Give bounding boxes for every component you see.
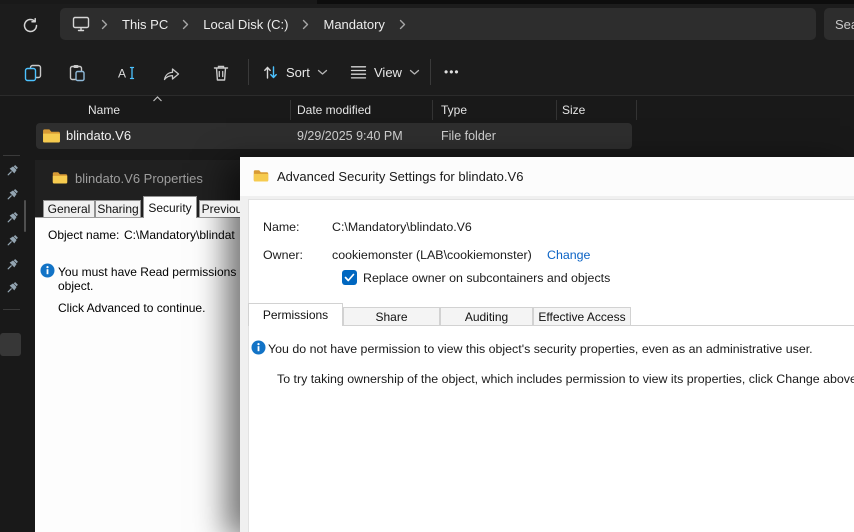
file-explorer-window: This PC Local Disk (C:) Mandatory Sea xyxy=(0,0,854,532)
column-header-type[interactable]: Type xyxy=(441,103,467,117)
breadcrumb-local-disk[interactable]: Local Disk (C:) xyxy=(200,17,291,32)
paste-button[interactable] xyxy=(62,58,92,88)
delete-button[interactable] xyxy=(206,58,236,88)
folder-icon xyxy=(52,171,68,184)
view-label: View xyxy=(374,65,402,80)
column-header-date-modified[interactable]: Date modified xyxy=(297,103,371,117)
properties-dialog: blindato.V6 Properties General Sharing S… xyxy=(35,160,240,532)
permission-notice-line2: object. xyxy=(58,279,93,293)
column-resize-handle[interactable] xyxy=(290,100,291,120)
replace-owner-checkbox[interactable] xyxy=(342,270,357,285)
toolbar-divider xyxy=(248,59,249,85)
paste-icon xyxy=(68,64,86,82)
change-owner-link[interactable]: Change xyxy=(547,248,590,262)
column-header-name[interactable]: Name xyxy=(88,103,120,117)
address-bar[interactable]: This PC Local Disk (C:) Mandatory xyxy=(60,8,816,40)
nav-pane-divider xyxy=(3,309,20,310)
column-resize-handle[interactable] xyxy=(432,100,433,120)
tab-security[interactable]: Security xyxy=(143,196,197,218)
chevron-down-icon xyxy=(409,69,420,76)
owner-label: Owner: xyxy=(263,248,303,262)
breadcrumb-chevron-icon[interactable] xyxy=(398,19,407,30)
breadcrumb-this-pc[interactable]: This PC xyxy=(119,17,171,32)
tab-share[interactable]: Share xyxy=(343,307,440,326)
nav-pane-scrollbar[interactable] xyxy=(24,200,26,232)
pinned-item-pin-icon[interactable] xyxy=(5,188,19,202)
share-icon xyxy=(162,65,181,82)
replace-owner-label: Replace owner on subcontainers and objec… xyxy=(363,271,610,285)
tab-previous-versions[interactable]: Previous xyxy=(199,200,240,217)
trash-icon xyxy=(213,64,229,82)
copy-icon xyxy=(23,64,43,82)
pinned-item-pin-icon[interactable] xyxy=(5,281,19,295)
sort-arrows-icon xyxy=(262,64,279,81)
notice-line1: You do not have permission to view this … xyxy=(268,342,813,356)
svg-text:A: A xyxy=(118,67,126,81)
nav-pane-divider xyxy=(3,155,20,156)
pinned-item-pin-icon[interactable] xyxy=(5,164,19,178)
dialog-title: Advanced Security Settings for blindato.… xyxy=(277,169,523,184)
folder-icon xyxy=(253,169,269,182)
pinned-item-pin-icon[interactable] xyxy=(5,234,19,248)
chevron-down-icon xyxy=(317,69,328,76)
object-name-value: C:\Mandatory\blindat xyxy=(124,228,235,242)
rename-button[interactable]: A xyxy=(112,58,142,88)
column-resize-handle[interactable] xyxy=(636,100,637,120)
info-icon xyxy=(251,340,266,355)
pinned-item-pin-icon[interactable] xyxy=(5,211,19,225)
object-name-label: Object name: xyxy=(48,228,119,242)
dialog-title: blindato.V6 Properties xyxy=(75,171,203,186)
command-toolbar: A Sort View xyxy=(0,48,854,96)
see-more-button[interactable]: ••• xyxy=(436,56,468,88)
copy-button[interactable] xyxy=(18,58,48,88)
toolbar-divider xyxy=(430,59,431,85)
checkmark-icon xyxy=(344,273,355,282)
folder-icon xyxy=(42,128,61,143)
search-text: Sea xyxy=(835,17,854,32)
advanced-security-dialog: Advanced Security Settings for blindato.… xyxy=(240,157,854,532)
breadcrumb-mandatory[interactable]: Mandatory xyxy=(320,17,387,32)
info-icon xyxy=(40,263,55,278)
tab-general[interactable]: General xyxy=(43,200,95,217)
navigation-bar: This PC Local Disk (C:) Mandatory Sea xyxy=(0,4,854,48)
tab-permissions[interactable]: Permissions xyxy=(248,303,343,326)
breadcrumb-chevron-icon[interactable] xyxy=(301,19,310,30)
tab-auditing[interactable]: Auditing xyxy=(440,307,533,326)
advanced-hint: Click Advanced to continue. xyxy=(58,301,205,315)
file-type: File folder xyxy=(441,129,496,143)
dialog-titlebar: Advanced Security Settings for blindato.… xyxy=(240,157,854,196)
file-row-blindato[interactable]: blindato.V6 9/29/2025 9:40 PM File folde… xyxy=(36,123,632,149)
sort-button[interactable]: Sort xyxy=(256,56,334,88)
name-value: C:\Mandatory\blindato.V6 xyxy=(332,220,472,234)
sort-ascending-icon xyxy=(152,96,163,102)
name-label: Name: xyxy=(263,220,300,234)
share-button[interactable] xyxy=(156,58,186,88)
sort-label: Sort xyxy=(286,65,310,80)
permission-notice-line1: You must have Read permissions xyxy=(58,265,236,279)
view-list-icon xyxy=(350,65,367,80)
rename-icon: A xyxy=(117,65,137,81)
view-button[interactable]: View xyxy=(344,56,426,88)
notice-line2: To try taking ownership of the object, w… xyxy=(277,372,854,386)
search-input[interactable]: Sea xyxy=(824,8,854,40)
this-pc-icon xyxy=(72,16,90,32)
tab-sharing[interactable]: Sharing xyxy=(95,200,141,217)
nav-pane-selected-item[interactable] xyxy=(0,333,21,356)
tab-effective-access[interactable]: Effective Access xyxy=(533,307,631,326)
owner-value: cookiemonster (LAB\cookiemonster) xyxy=(332,248,532,262)
refresh-button[interactable] xyxy=(16,11,44,39)
breadcrumb-chevron-icon[interactable] xyxy=(181,19,190,30)
breadcrumb-chevron-icon[interactable] xyxy=(100,19,109,30)
file-name: blindato.V6 xyxy=(66,128,131,143)
refresh-icon xyxy=(22,17,39,34)
pinned-item-pin-icon[interactable] xyxy=(5,258,19,272)
file-date-modified: 9/29/2025 9:40 PM xyxy=(297,129,403,143)
column-header-size[interactable]: Size xyxy=(562,103,585,117)
column-resize-handle[interactable] xyxy=(556,100,557,120)
